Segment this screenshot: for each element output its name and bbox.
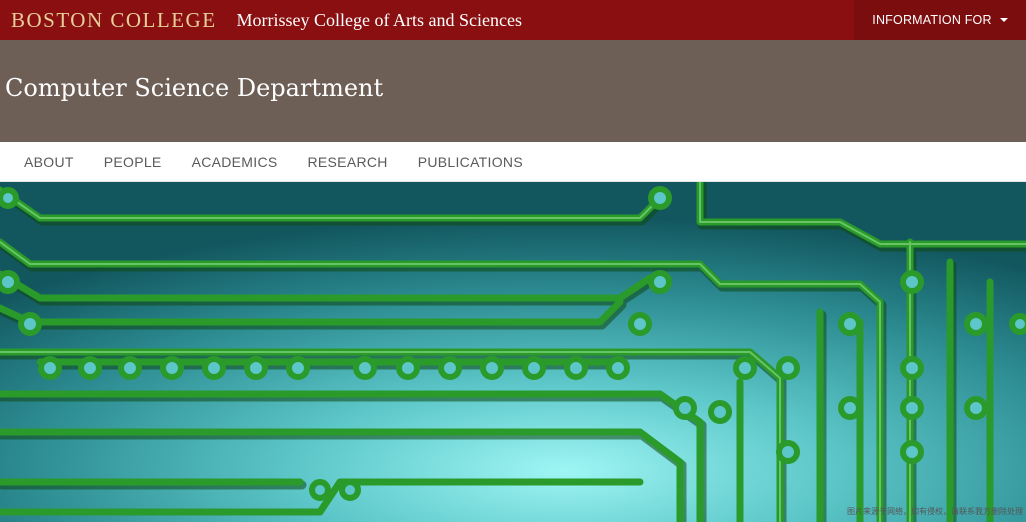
image-caption: 图片来源于网络，如有侵权，请联系我方删除处理: [847, 507, 1023, 516]
top-bar: BOSTON COLLEGE Morrissey College of Arts…: [0, 0, 1026, 40]
nav-item-research[interactable]: RESEARCH: [308, 154, 388, 170]
information-for-dropdown[interactable]: INFORMATION FOR: [854, 0, 1026, 40]
main-nav: ABOUT PEOPLE ACADEMICS RESEARCH PUBLICAT…: [0, 142, 1026, 182]
nav-item-people[interactable]: PEOPLE: [104, 154, 162, 170]
nav-item-academics[interactable]: ACADEMICS: [192, 154, 278, 170]
boston-college-logo[interactable]: BOSTON COLLEGE: [11, 8, 217, 33]
page-title[interactable]: Computer Science Department: [5, 74, 383, 102]
caret-down-icon: [999, 18, 1008, 22]
nav-item-about[interactable]: ABOUT: [24, 154, 74, 170]
hero-image: 图片来源于网络，如有侵权，请联系我方删除处理: [0, 182, 1026, 522]
college-name-link[interactable]: Morrissey College of Arts and Sciences: [237, 10, 522, 31]
department-banner: Computer Science Department: [0, 40, 1026, 142]
nav-item-publications[interactable]: PUBLICATIONS: [418, 154, 523, 170]
information-for-label: INFORMATION FOR: [872, 13, 992, 27]
circuit-board-image: [0, 182, 1026, 522]
